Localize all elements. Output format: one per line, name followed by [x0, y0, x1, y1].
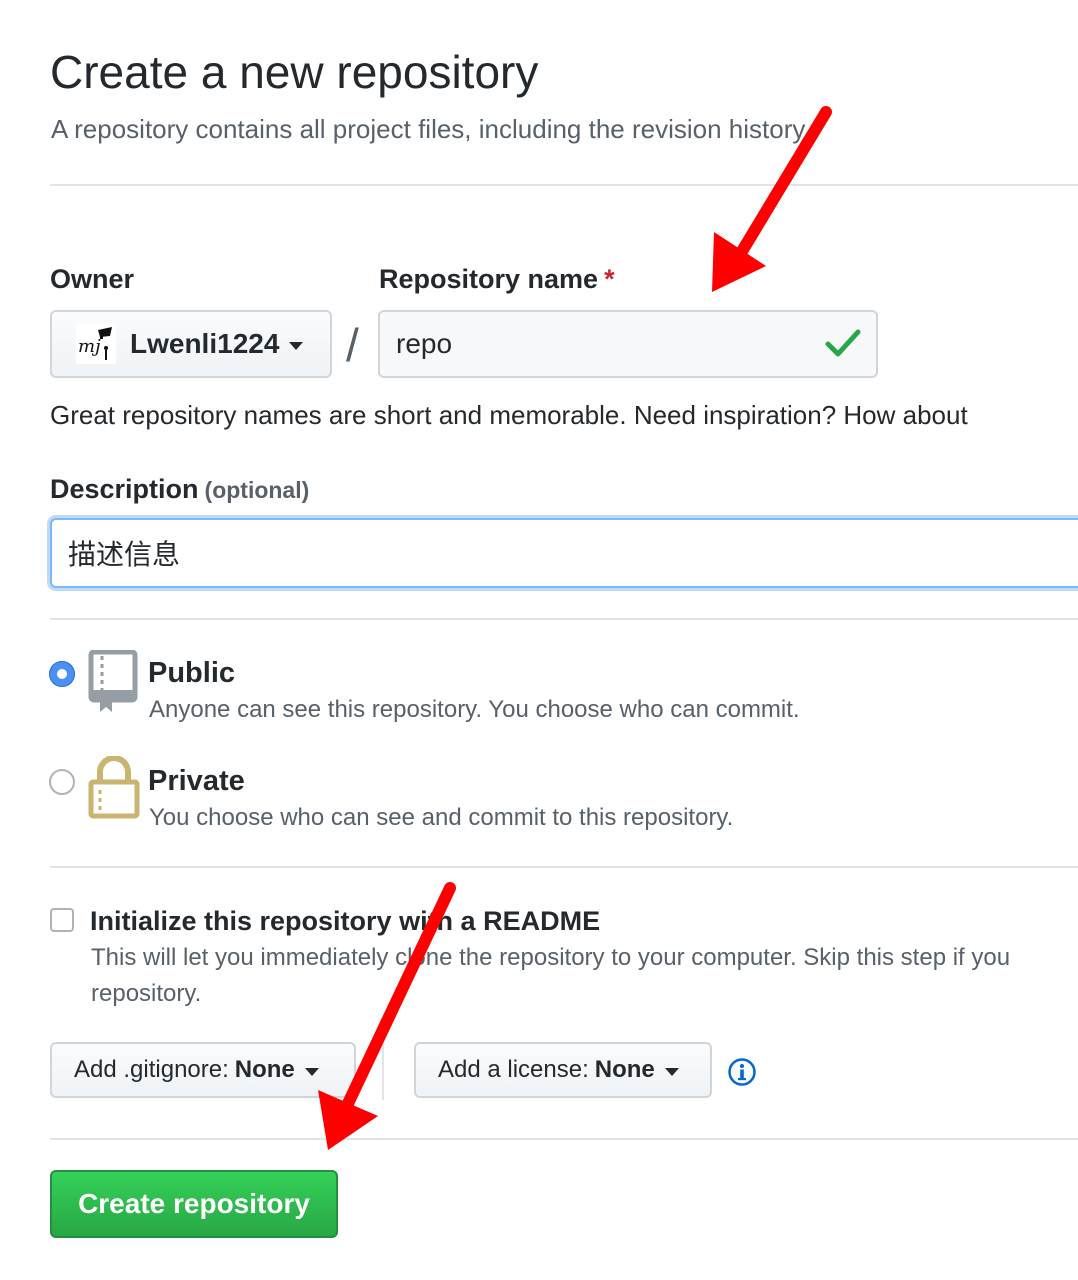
- private-radio[interactable]: [49, 769, 75, 795]
- radio-dot: [57, 669, 67, 679]
- required-mark: *: [604, 264, 615, 294]
- public-radio[interactable]: [49, 661, 75, 687]
- chevron-down-icon: [289, 342, 304, 350]
- create-repository-button[interactable]: Create repository: [50, 1170, 338, 1238]
- gitignore-prefix: Add .gitignore:: [74, 1056, 229, 1083]
- repo-book-icon: [88, 650, 138, 712]
- description-input[interactable]: [50, 518, 1078, 588]
- private-title: Private: [148, 765, 245, 797]
- owner-label: Owner: [50, 264, 135, 294]
- chevron-down-icon: [304, 1068, 319, 1076]
- button-separator: [382, 1044, 384, 1100]
- repo-name-label-text: Repository name: [379, 264, 599, 294]
- chevron-down-icon: [664, 1068, 679, 1076]
- gitignore-select[interactable]: Add .gitignore: None: [50, 1042, 356, 1098]
- description-label: Description (optional): [50, 472, 309, 507]
- optional-tag: (optional): [204, 477, 310, 503]
- private-description: You choose who can see and commit to thi…: [149, 804, 734, 831]
- repo-name-note: Great repository names are short and mem…: [50, 400, 968, 430]
- readme-title: Initialize this repository with a README: [90, 906, 601, 936]
- license-value: None: [594, 1056, 655, 1083]
- license-select[interactable]: Add a license: None: [414, 1042, 712, 1098]
- svg-text:mj: mj: [78, 336, 101, 357]
- readme-checkbox[interactable]: [50, 908, 74, 932]
- readme-description-line1: This will let you immediately clone the …: [91, 944, 1011, 971]
- description-label-text: Description: [50, 474, 199, 504]
- repo-name-input[interactable]: [378, 310, 878, 378]
- owner-name: Lwenli1224: [130, 328, 280, 359]
- avatar: mj: [76, 324, 116, 364]
- lock-icon: [88, 756, 140, 819]
- license-prefix: Add a license:: [438, 1056, 589, 1083]
- public-title: Public: [148, 657, 236, 689]
- divider: [50, 866, 1078, 868]
- owner-repo-separator: /: [346, 319, 359, 371]
- divider: [50, 1138, 1078, 1140]
- gitignore-value: None: [234, 1056, 295, 1083]
- check-icon: [825, 329, 861, 357]
- readme-description-line2: repository.: [91, 980, 202, 1007]
- owner-select-button[interactable]: mj Lwenli1224: [50, 310, 332, 378]
- divider: [50, 618, 1078, 620]
- page-title: Create a new repository: [50, 46, 539, 98]
- public-description: Anyone can see this repository. You choo…: [149, 696, 800, 723]
- page-subtitle: A repository contains all project files,…: [51, 114, 811, 144]
- divider: [50, 184, 1078, 186]
- info-icon[interactable]: [727, 1057, 757, 1087]
- repo-name-label: Repository name *: [379, 262, 615, 296]
